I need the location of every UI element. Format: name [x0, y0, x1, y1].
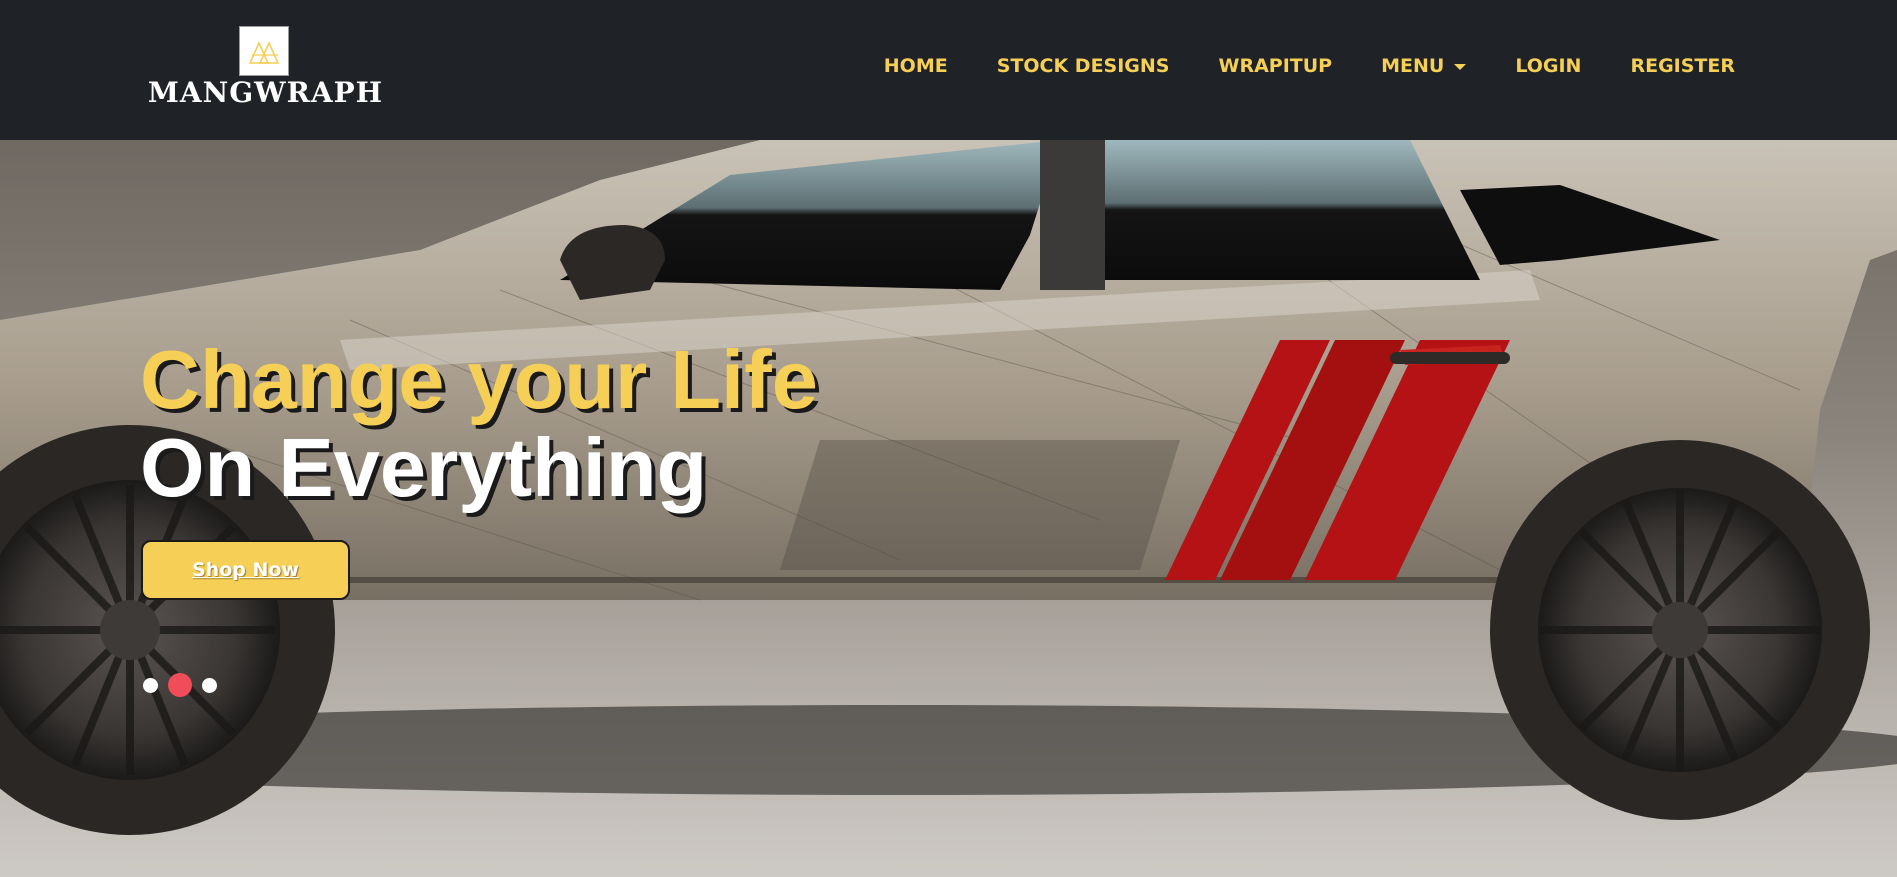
shop-now-button[interactable]: Shop Now — [141, 540, 350, 600]
main-nav: HOME STOCK DESIGNS WRAPITUP MENU LOGIN R… — [835, 50, 1735, 82]
carousel-indicators — [143, 673, 229, 697]
nav-register[interactable]: REGISTER — [1630, 55, 1735, 77]
logo-mark-icon — [239, 26, 289, 76]
brand-name: MANGWRAPH — [147, 76, 384, 109]
carousel-dot-1[interactable] — [143, 677, 158, 693]
brand-logo[interactable]: MANGWRAPH — [138, 24, 393, 114]
carousel-dot-3[interactable] — [202, 677, 217, 693]
triangle-mountain-icon — [248, 41, 280, 64]
nav-stock-designs[interactable]: STOCK DESIGNS — [997, 55, 1170, 77]
hero-headline-line2: On Everything — [140, 421, 708, 514]
nav-menu-label: MENU — [1381, 55, 1445, 77]
nav-menu-dropdown[interactable]: MENU — [1381, 55, 1467, 77]
nav-home[interactable]: HOME — [884, 55, 948, 77]
nav-wrapitup[interactable]: WRAPITUP — [1218, 55, 1332, 77]
hero-carousel: Change your Life On Everything Shop Now — [0, 140, 1897, 877]
hero-headline-line1: Change your Life — [140, 333, 818, 426]
carousel-dot-2-active[interactable] — [168, 673, 192, 697]
caret-down-icon — [1454, 63, 1467, 70]
nav-login[interactable]: LOGIN — [1515, 55, 1581, 77]
navbar: MANGWRAPH HOME STOCK DESIGNS WRAPITUP ME… — [0, 0, 1897, 140]
